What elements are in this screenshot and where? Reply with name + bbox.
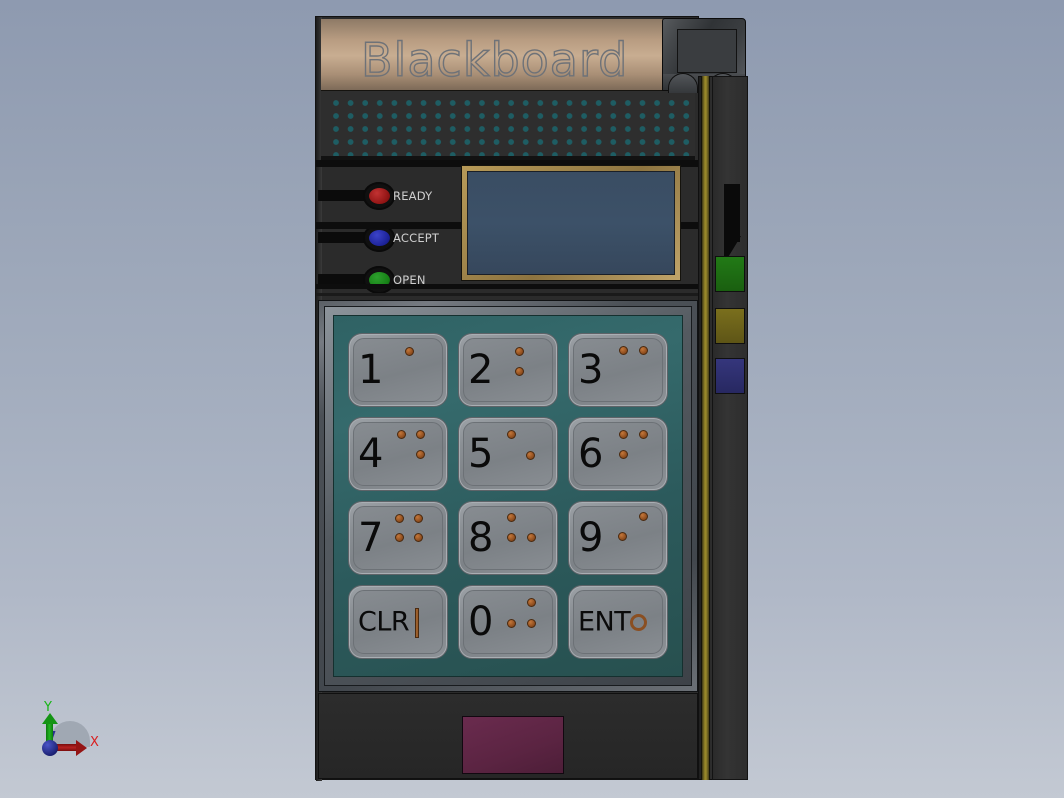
indicator-block-green[interactable]: [715, 256, 745, 292]
keypad-bezel-outer: 1 2 3 4 5 6 7 8 9 CLR 0 ENT: [318, 300, 698, 692]
key-7-braille: [349, 502, 447, 574]
key-2[interactable]: 2: [458, 333, 558, 407]
card-slot[interactable]: [462, 716, 564, 774]
x-axis-label: X: [90, 735, 99, 750]
device-faceplate: Blackboard READY ACCEPT OPEN 1 2 3 4 5 6…: [315, 16, 700, 781]
grille-dot-pattern: [332, 99, 692, 161]
key-8-braille: [459, 502, 557, 574]
keypad-bezel-inner: 1 2 3 4 5 6 7 8 9 CLR 0 ENT: [324, 306, 692, 686]
bottom-panel: [318, 693, 698, 779]
housing-face: [662, 18, 746, 76]
key-1-braille: [349, 334, 447, 406]
lcd-screen[interactable]: [467, 171, 675, 275]
key-clr-mark: [349, 586, 447, 658]
key-0-braille: [459, 586, 557, 658]
key-ent[interactable]: ENT: [568, 585, 668, 659]
gold-trim-strip: [701, 76, 710, 780]
y-axis-label: Y: [44, 700, 52, 715]
key-6[interactable]: 6: [568, 417, 668, 491]
key-3-braille: [569, 334, 667, 406]
panel-divider-low2: [316, 293, 700, 296]
key-clr[interactable]: CLR: [348, 585, 448, 659]
arrow-shaft: [724, 184, 740, 242]
panel-divider-low: [316, 284, 700, 289]
lcd-bezel: [461, 165, 681, 281]
indicator-block-blue[interactable]: [715, 358, 745, 394]
key-ent-mark: [569, 586, 667, 658]
key-2-braille: [459, 334, 557, 406]
brand-title-panel: Blackboard: [321, 19, 664, 91]
down-arrow-icon: [724, 184, 741, 264]
speaker-grille: [321, 91, 695, 163]
key-9[interactable]: 9: [568, 501, 668, 575]
x-axis-arrow-icon: [76, 740, 87, 756]
ready-lamp-icon: [363, 182, 395, 210]
keypad-backplate: 1 2 3 4 5 6 7 8 9 CLR 0 ENT: [333, 315, 683, 677]
key-6-braille: [569, 418, 667, 490]
key-8[interactable]: 8: [458, 501, 558, 575]
keypad-grid: 1 2 3 4 5 6 7 8 9 CLR 0 ENT: [348, 333, 668, 659]
page-title: Blackboard: [360, 32, 629, 87]
side-panel-inner: [712, 76, 748, 780]
key-7[interactable]: 7: [348, 501, 448, 575]
ready-label: READY: [393, 189, 433, 203]
key-5[interactable]: 5: [458, 417, 558, 491]
axis-triad: Y X: [30, 700, 110, 765]
vending-keypad-device: Blackboard READY ACCEPT OPEN 1 2 3 4 5 6…: [315, 16, 748, 781]
key-4-braille: [349, 418, 447, 490]
housing-cavity: [677, 29, 737, 73]
key-1[interactable]: 1: [348, 333, 448, 407]
key-9-braille: [569, 502, 667, 574]
origin-sphere: [42, 740, 58, 756]
key-0[interactable]: 0: [458, 585, 558, 659]
indicator-block-olive[interactable]: [715, 308, 745, 344]
key-5-braille: [459, 418, 557, 490]
open-lamp-icon: [363, 266, 395, 294]
key-3[interactable]: 3: [568, 333, 668, 407]
accept-label: ACCEPT: [393, 231, 440, 245]
key-4[interactable]: 4: [348, 417, 448, 491]
